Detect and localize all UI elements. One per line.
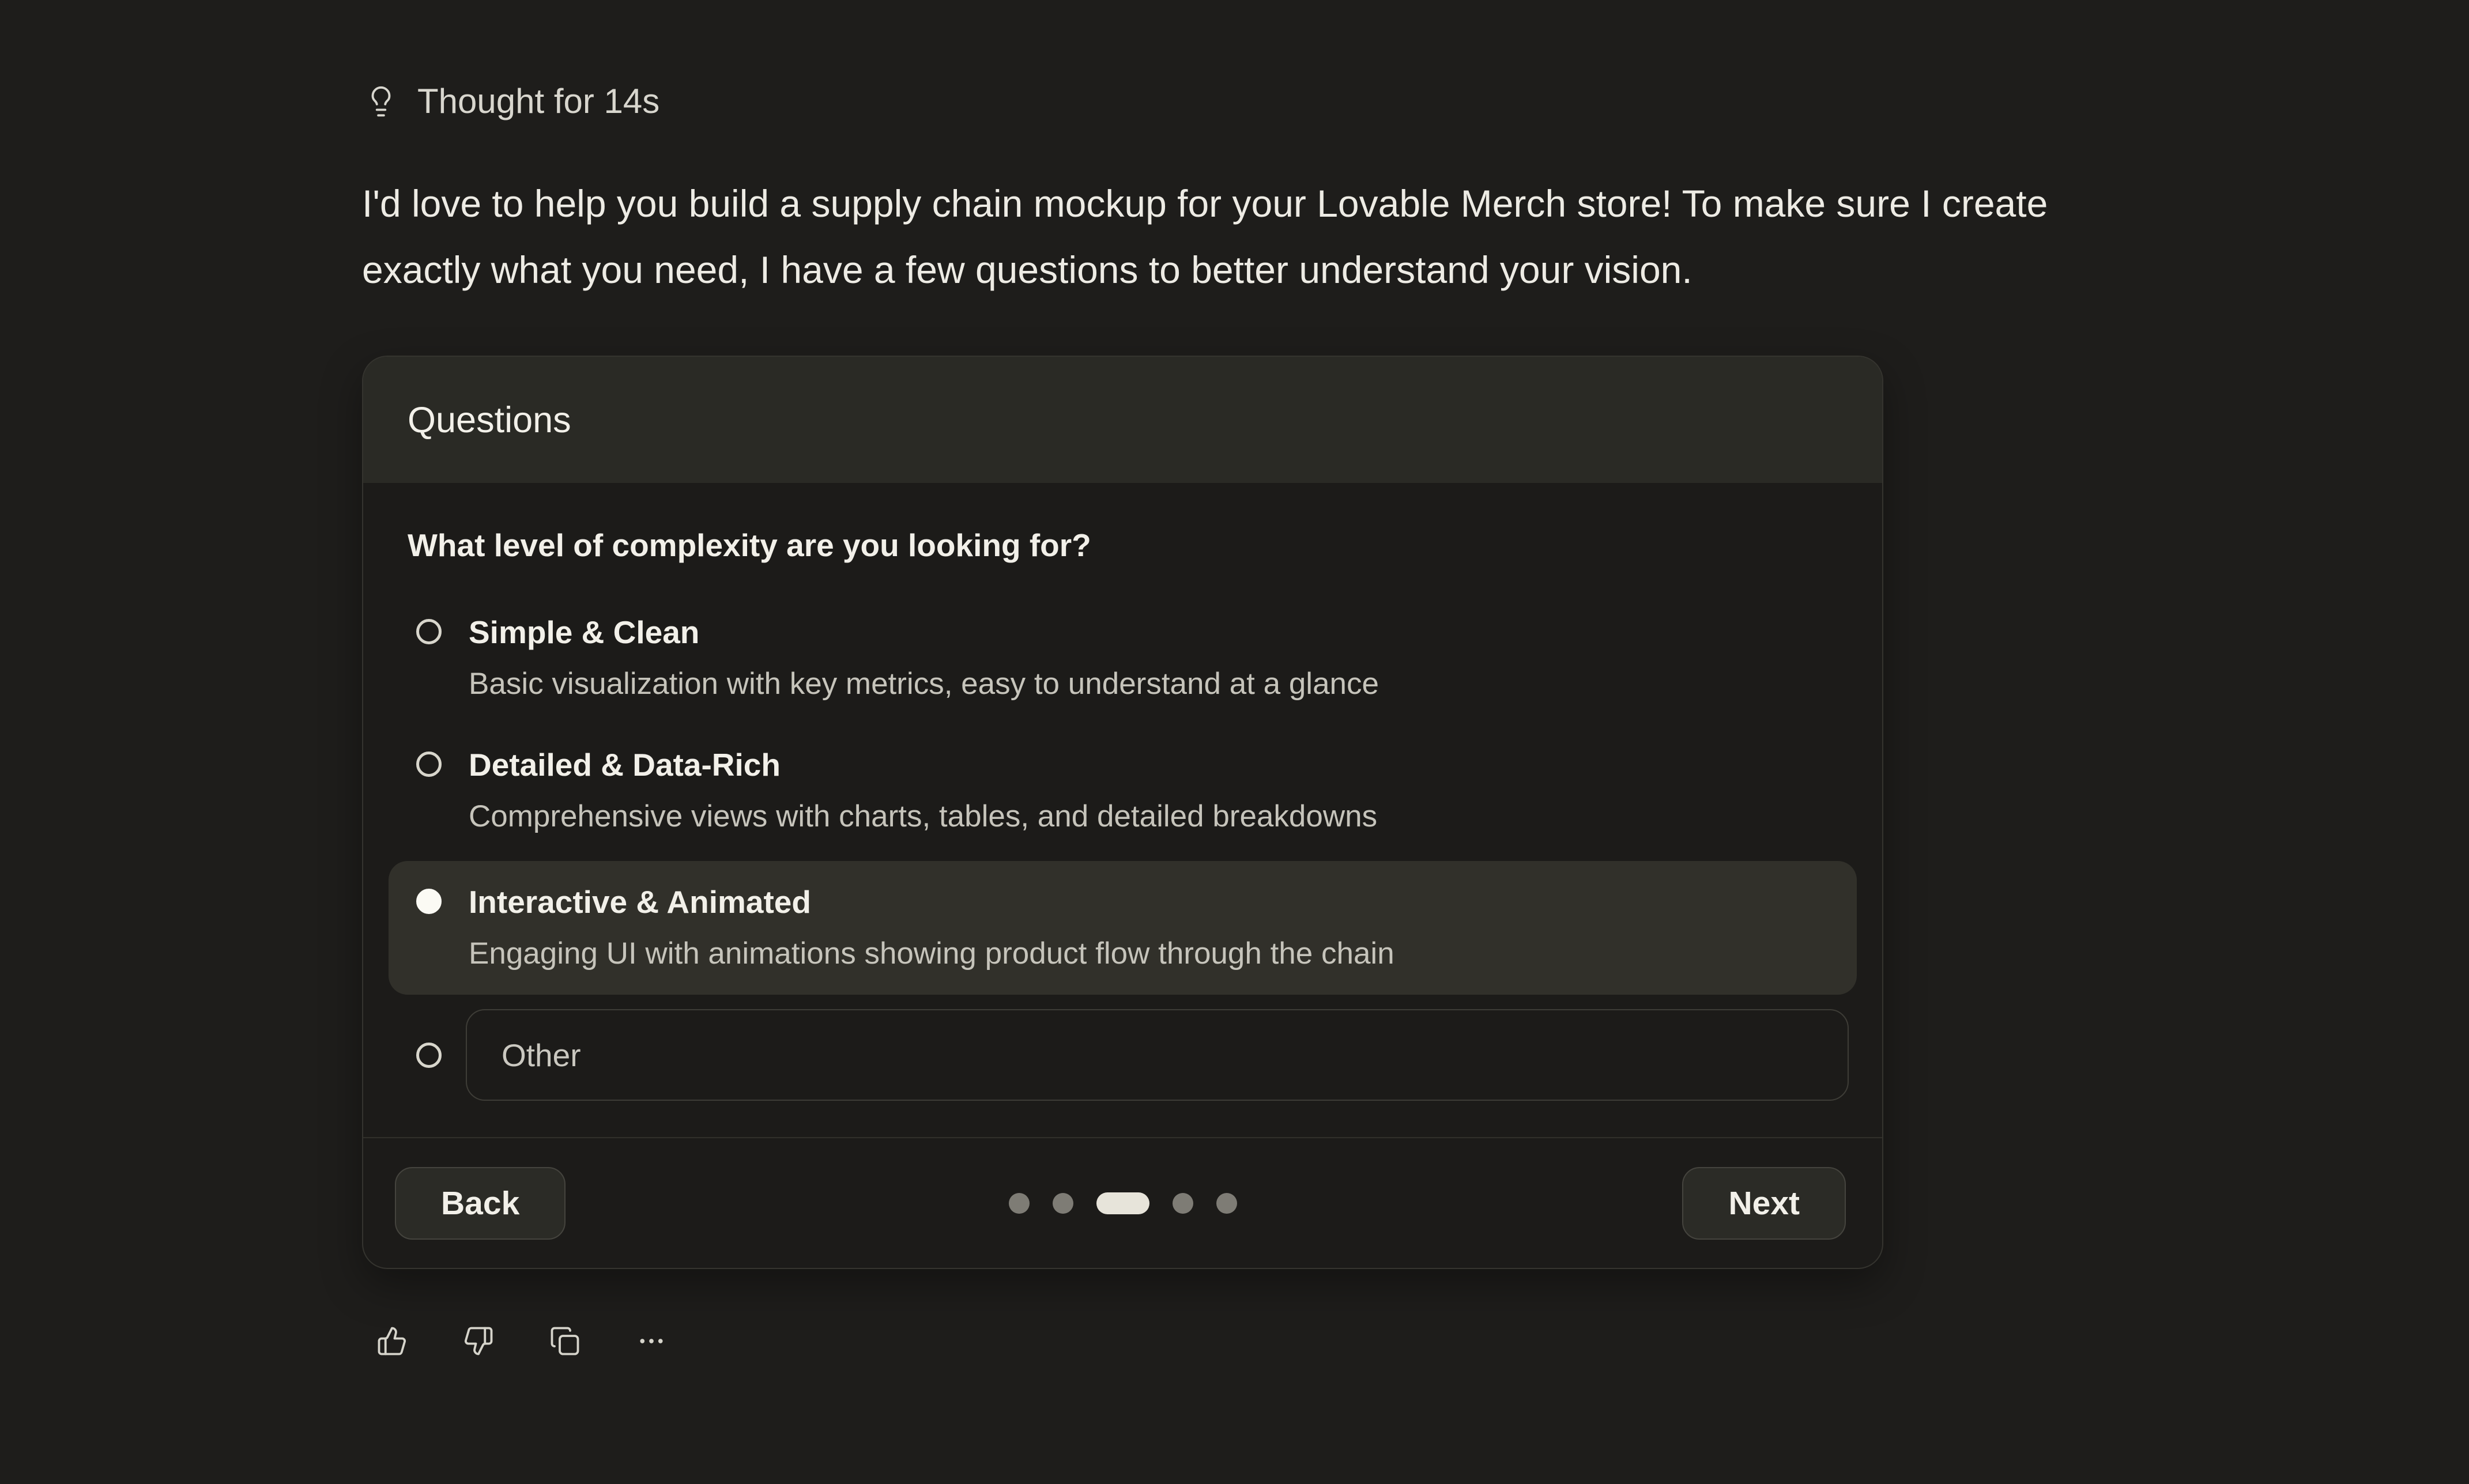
pagination-dot (1173, 1193, 1193, 1214)
option-title: Interactive & Animated (469, 883, 1394, 921)
copy-button[interactable] (549, 1323, 581, 1359)
option-description: Basic visualization with key metrics, ea… (469, 665, 1379, 703)
copy-icon (549, 1326, 581, 1357)
option-other[interactable] (389, 1009, 1857, 1101)
pagination-dot (1053, 1193, 1073, 1214)
option-title: Simple & Clean (469, 613, 1379, 651)
option-description: Comprehensive views with charts, tables,… (469, 798, 1377, 836)
card-body: What level of complexity are you looking… (363, 483, 1882, 1137)
thumbs-up-button[interactable] (376, 1323, 408, 1359)
back-button[interactable]: Back (395, 1167, 566, 1240)
card-footer: Back Next (363, 1137, 1882, 1268)
option-title: Detailed & Data-Rich (469, 746, 1377, 784)
radio-unselected-icon[interactable] (416, 619, 442, 644)
pagination-dots (1009, 1192, 1237, 1214)
option-description: Engaging UI with animations showing prod… (469, 935, 1394, 973)
pagination-dot (1009, 1193, 1030, 1214)
other-input[interactable] (466, 1009, 1849, 1101)
thought-label: Thought for 14s (417, 81, 659, 122)
option-detailed-data-rich[interactable]: Detailed & Data-Rich Comprehensive views… (389, 728, 1857, 853)
radio-unselected-icon[interactable] (416, 1043, 442, 1068)
card-header: Questions (363, 357, 1882, 483)
option-interactive-animated[interactable]: Interactive & Animated Engaging UI with … (389, 861, 1857, 995)
pagination-dot (1216, 1193, 1237, 1214)
ellipsis-icon (636, 1326, 667, 1357)
option-simple-clean[interactable]: Simple & Clean Basic visualization with … (389, 596, 1857, 720)
message-actions (376, 1323, 668, 1359)
next-button[interactable]: Next (1682, 1167, 1846, 1240)
assistant-message: I'd love to help you build a supply chai… (362, 171, 2380, 303)
card-title: Questions (408, 399, 571, 441)
radio-unselected-icon[interactable] (416, 752, 442, 777)
thumbs-down-button[interactable] (462, 1323, 495, 1359)
radio-selected-icon[interactable] (416, 889, 442, 914)
message-line: I'd love to help you build a supply chai… (362, 171, 2380, 237)
options-list: Simple & Clean Basic visualization with … (389, 596, 1857, 1101)
more-options-button[interactable] (635, 1323, 668, 1359)
thumbs-down-icon (463, 1326, 494, 1357)
message-line: exactly what you need, I have a few ques… (362, 237, 2380, 303)
pagination-dot-active (1096, 1192, 1149, 1214)
questions-card: Questions What level of complexity are y… (362, 356, 1883, 1269)
thumbs-up-icon (376, 1326, 408, 1357)
question-text: What level of complexity are you looking… (408, 526, 1857, 564)
thought-toggle[interactable]: Thought for 14s (364, 81, 659, 122)
lightbulb-icon (364, 85, 398, 118)
